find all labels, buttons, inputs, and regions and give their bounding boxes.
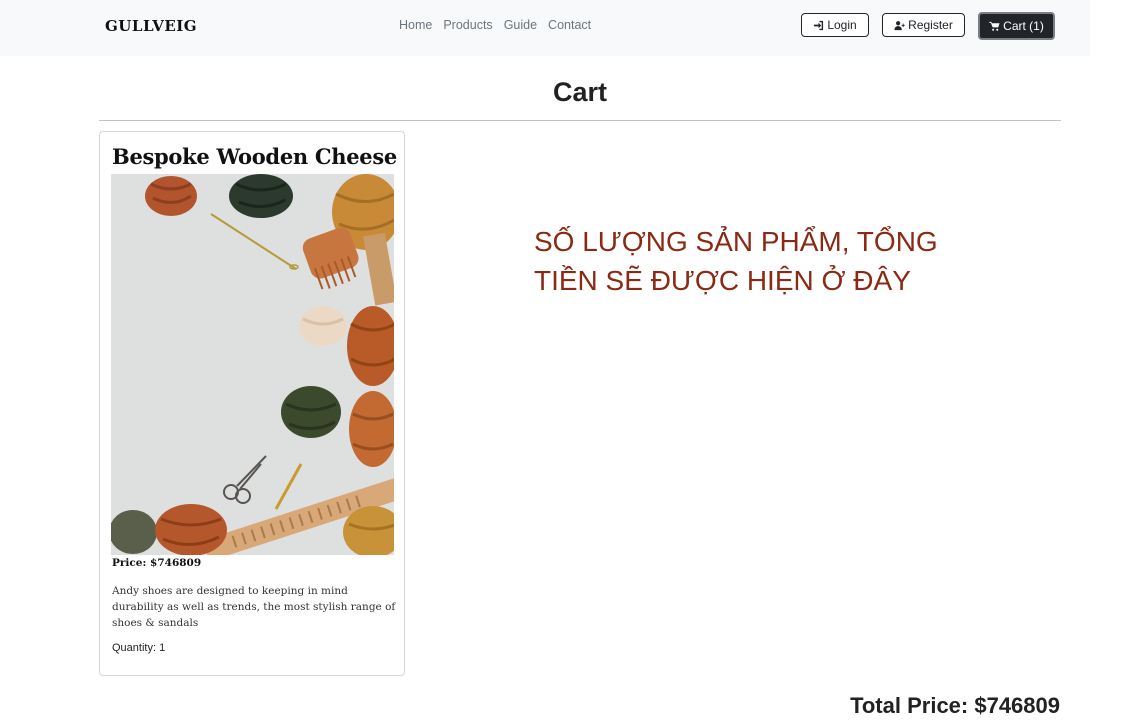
product-image — [111, 174, 394, 555]
product-quantity: Quantity: 1 — [112, 642, 166, 654]
shopping-cart-icon — [989, 21, 1000, 31]
register-button[interactable]: Register — [882, 13, 965, 37]
cart-item-card: Bespoke Wooden Cheese Price: $746809 And… — [99, 131, 405, 676]
cart-button[interactable]: Cart (1) — [978, 12, 1055, 40]
login-button[interactable]: Login — [801, 13, 869, 37]
product-name: Bespoke Wooden Cheese — [112, 144, 397, 169]
user-plus-icon — [894, 20, 905, 30]
divider — [99, 120, 1061, 121]
login-label: Login — [827, 18, 857, 32]
nav-link-contact[interactable]: Contact — [548, 18, 591, 32]
page-title: Cart — [552, 77, 607, 107]
product-price: Price: $746809 — [112, 557, 202, 569]
nav-link-guide[interactable]: Guide — [504, 18, 537, 32]
nav-links: Home Products Guide Contact — [399, 18, 591, 32]
navbar: GULLVEIG Home Products Guide Contact Log… — [0, 0, 1090, 56]
total-price: Total Price: $746809 — [850, 693, 1060, 718]
nav-link-products[interactable]: Products — [443, 18, 492, 32]
cart-label: Cart (1) — [1003, 19, 1044, 33]
product-description: Andy shoes are designed to keeping in mi… — [112, 585, 396, 629]
product-photo-graphic — [111, 174, 394, 555]
register-label: Register — [908, 18, 953, 32]
notice-line-1: SỐ LƯỢNG SẢN PHẨM, TỔNG — [534, 226, 938, 257]
nav-link-home[interactable]: Home — [399, 18, 432, 32]
notice-line-2: TIỀN SẼ ĐƯỢC HIỆN Ở ĐÂY — [534, 265, 911, 296]
sign-in-icon — [814, 20, 824, 30]
brand-logo[interactable]: GULLVEIG — [105, 17, 197, 35]
summary-placeholder-notice: SỐ LƯỢNG SẢN PHẨM, TỔNG TIỀN SẼ ĐƯỢC HIỆ… — [534, 222, 964, 300]
